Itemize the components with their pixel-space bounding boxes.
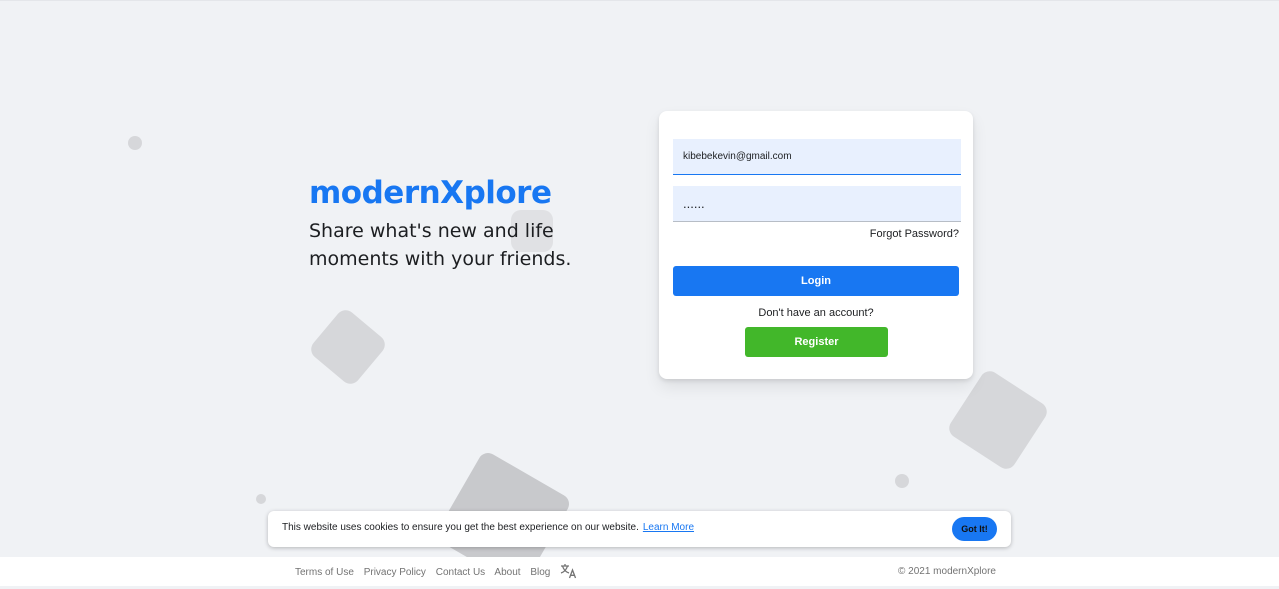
translate-icon[interactable]	[560, 563, 577, 579]
login-button[interactable]: Login	[673, 266, 959, 296]
no-account-text: Don't have an account?	[758, 307, 874, 319]
brand-section: modernXplore Share what's new and life m…	[309, 173, 639, 273]
background-dot	[895, 474, 909, 488]
footer-link-privacy[interactable]: Privacy Policy	[364, 567, 426, 578]
footer: Terms of Use Privacy Policy Contact Us A…	[0, 557, 1279, 586]
cookie-banner: This website uses cookies to ensure you …	[268, 511, 1011, 547]
register-button[interactable]: Register	[745, 327, 888, 357]
cookie-message-row: This website uses cookies to ensure you …	[282, 522, 694, 533]
copyright-text: © 2021 modernXplore	[898, 566, 996, 577]
login-card: Forgot Password? Login Don't have an acc…	[659, 111, 973, 379]
footer-link-terms[interactable]: Terms of Use	[295, 567, 354, 578]
site-logo: modernXplore	[309, 175, 552, 211]
background-square	[945, 367, 1051, 473]
email-field[interactable]	[673, 139, 961, 175]
cookie-message: This website uses cookies to ensure you …	[282, 522, 639, 533]
site-tagline: Share what's new and life moments with y…	[309, 220, 572, 270]
top-border	[0, 0, 1279, 1]
footer-link-blog[interactable]: Blog	[530, 567, 550, 578]
footer-links: Terms of Use Privacy Policy Contact Us A…	[295, 563, 577, 579]
cookie-accept-button[interactable]: Got It!	[952, 517, 997, 541]
footer-link-contact[interactable]: Contact Us	[436, 567, 485, 578]
password-field[interactable]	[673, 186, 961, 222]
background-dot	[256, 494, 266, 504]
background-dot	[128, 136, 142, 150]
learn-more-link[interactable]: Learn More	[643, 522, 694, 533]
background-square	[307, 306, 389, 388]
forgot-password-link[interactable]: Forgot Password?	[870, 228, 959, 240]
footer-link-about[interactable]: About	[494, 567, 520, 578]
